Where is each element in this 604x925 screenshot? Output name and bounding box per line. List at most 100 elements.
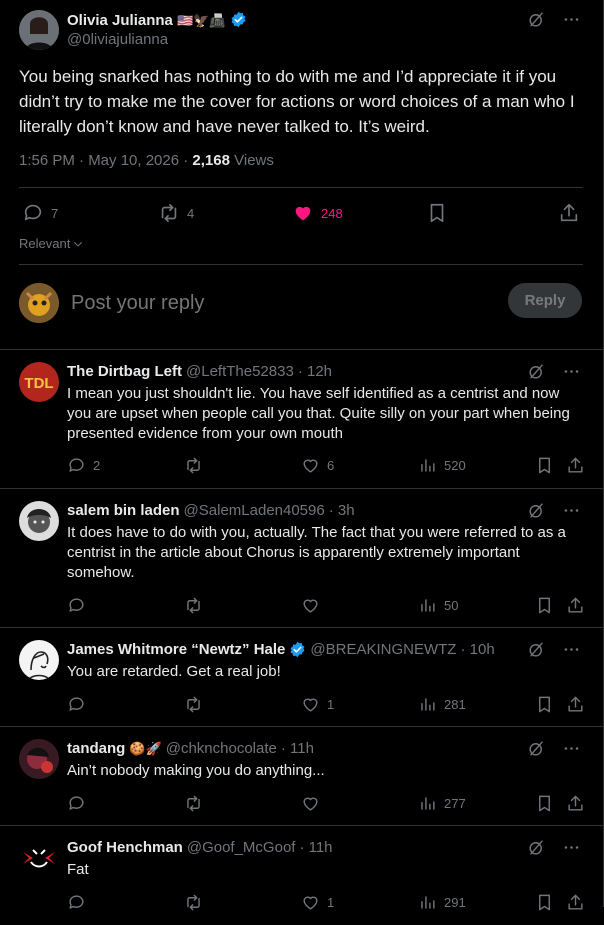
- more-options-icon[interactable]: [562, 640, 581, 659]
- views-button[interactable]: 291: [418, 893, 466, 912]
- reply-button[interactable]: 7: [22, 202, 58, 224]
- share-button[interactable]: [566, 695, 585, 714]
- grok-icon[interactable]: [527, 501, 546, 520]
- author-name[interactable]: Goof Henchman: [67, 839, 183, 856]
- reply-item[interactable]: tandang 🍪🚀 @chknchocolate · 11h Ain’t no…: [0, 726, 603, 826]
- bookmark-icon: [535, 456, 554, 475]
- views-label: Views: [234, 152, 274, 169]
- reply-icon: [67, 596, 86, 615]
- bookmark-icon: [426, 202, 448, 224]
- like-button[interactable]: 248: [292, 202, 343, 224]
- reply-item[interactable]: salem bin laden @SalemLaden40596 · 3h It…: [0, 488, 603, 628]
- share-button[interactable]: [558, 202, 580, 224]
- reply-icon: [67, 893, 86, 912]
- author-handle[interactable]: @LeftThe52833: [186, 363, 294, 380]
- reply-actions: 50: [67, 596, 587, 616]
- reply-item[interactable]: James Whitmore “Newtz” Hale @BREAKINGNEW…: [0, 627, 603, 727]
- like-button[interactable]: 6: [301, 456, 334, 475]
- author-handle[interactable]: @Goof_McGoof: [187, 839, 296, 856]
- bookmark-button[interactable]: [535, 596, 554, 615]
- views-icon: [418, 456, 437, 475]
- views-icon: [418, 596, 437, 615]
- more-options-icon[interactable]: [562, 10, 581, 29]
- grok-icon[interactable]: [527, 838, 546, 857]
- timestamp[interactable]: · 11h: [299, 839, 332, 856]
- author-name[interactable]: James Whitmore “Newtz” Hale: [67, 641, 285, 658]
- timestamp[interactable]: 1:56 PM · May 10, 2026 ·: [19, 152, 188, 169]
- heart-filled-icon: [295, 206, 311, 221]
- share-button[interactable]: [566, 893, 585, 912]
- tweet-actions: 7 4 248: [22, 202, 582, 224]
- more-options-icon[interactable]: [562, 739, 581, 758]
- timestamp[interactable]: · 10h: [460, 641, 494, 658]
- timestamp[interactable]: · 12h: [298, 363, 332, 380]
- avatar[interactable]: [19, 838, 59, 878]
- views-button[interactable]: 520: [418, 456, 466, 475]
- views-button[interactable]: 50: [418, 596, 458, 615]
- reply-button[interactable]: [67, 794, 93, 813]
- repost-button[interactable]: [184, 456, 210, 475]
- repost-button[interactable]: [184, 794, 210, 813]
- reply-header: James Whitmore “Newtz” Hale @BREAKINGNEW…: [67, 641, 495, 658]
- grok-icon[interactable]: [527, 362, 546, 381]
- share-button[interactable]: [566, 596, 585, 615]
- author-handle[interactable]: @0liviajulianna: [67, 31, 168, 48]
- share-icon: [566, 596, 585, 615]
- grok-icon[interactable]: [527, 640, 546, 659]
- reply-icon: [22, 202, 44, 224]
- reply-header: The Dirtbag Left @LeftThe52833 · 12h: [67, 363, 332, 380]
- reply-actions: 1 291: [67, 893, 587, 913]
- repost-icon: [184, 695, 203, 714]
- bookmark-button[interactable]: [535, 893, 554, 912]
- avatar[interactable]: [19, 640, 59, 680]
- reply-item[interactable]: TDL The Dirtbag Left @LeftThe52833 · 12h…: [0, 349, 603, 489]
- timestamp[interactable]: · 3h: [329, 502, 355, 519]
- author-handle[interactable]: @SalemLaden40596: [184, 502, 325, 519]
- share-button[interactable]: [566, 794, 585, 813]
- like-button[interactable]: 1: [301, 893, 334, 912]
- sort-dropdown[interactable]: Relevant: [19, 236, 84, 251]
- author-avatar[interactable]: [19, 10, 59, 50]
- bookmark-button[interactable]: [535, 456, 554, 475]
- reply-actions: 277: [67, 794, 587, 814]
- views-button[interactable]: 281: [418, 695, 466, 714]
- repost-button[interactable]: 4: [158, 202, 194, 224]
- author-name[interactable]: The Dirtbag Left: [67, 363, 182, 380]
- reply-button[interactable]: [67, 596, 93, 615]
- more-options-icon[interactable]: [562, 501, 581, 520]
- reply-submit-button[interactable]: Reply: [508, 283, 582, 318]
- reply-item[interactable]: Goof Henchman @Goof_McGoof · 11h Fat 1 2…: [0, 825, 603, 925]
- reply-header: Goof Henchman @Goof_McGoof · 11h: [67, 839, 333, 856]
- repost-button[interactable]: [184, 596, 210, 615]
- like-button[interactable]: [301, 596, 327, 615]
- verified-badge-icon: [290, 641, 305, 658]
- bookmark-button[interactable]: [535, 695, 554, 714]
- author-handle[interactable]: @chknchocolate: [166, 740, 277, 757]
- reply-input[interactable]: [69, 291, 473, 316]
- reply-button[interactable]: 2: [67, 456, 100, 475]
- avatar[interactable]: [19, 501, 59, 541]
- share-button[interactable]: [566, 456, 585, 475]
- timestamp[interactable]: · 11h: [281, 740, 314, 757]
- author-name[interactable]: tandang: [67, 740, 125, 757]
- bookmark-button[interactable]: [426, 202, 448, 224]
- bookmark-button[interactable]: [535, 794, 554, 813]
- repost-button[interactable]: [184, 695, 210, 714]
- author-name[interactable]: Olivia Julianna 🇺🇸🦅📠: [67, 11, 247, 29]
- tweet-meta: 1:56 PM · May 10, 2026 · 2,168 Views: [19, 152, 274, 169]
- avatar[interactable]: TDL: [19, 362, 59, 402]
- like-button[interactable]: [301, 794, 327, 813]
- reply-button[interactable]: [67, 695, 93, 714]
- reply-button[interactable]: [67, 893, 93, 912]
- more-options-icon[interactable]: [562, 362, 581, 381]
- avatar[interactable]: [19, 739, 59, 779]
- author-name[interactable]: salem bin laden: [67, 502, 180, 519]
- my-avatar[interactable]: [19, 283, 59, 323]
- author-handle[interactable]: @BREAKINGNEWTZ: [310, 641, 456, 658]
- more-options-icon[interactable]: [562, 838, 581, 857]
- repost-button[interactable]: [184, 893, 210, 912]
- grok-icon[interactable]: [527, 10, 546, 29]
- like-button[interactable]: 1: [301, 695, 334, 714]
- views-button[interactable]: 277: [418, 794, 466, 813]
- grok-icon[interactable]: [527, 739, 546, 758]
